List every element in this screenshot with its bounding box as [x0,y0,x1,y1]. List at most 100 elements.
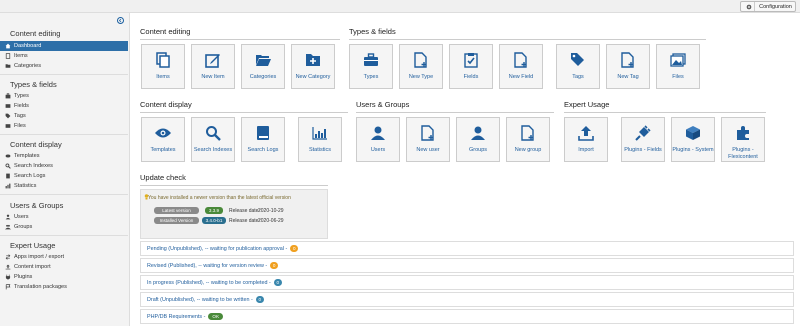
sidebar-toggle-icon[interactable] [117,17,124,24]
tile-groups[interactable]: Groups [456,117,500,162]
tile-plugins-system[interactable]: Plugins - System [671,117,715,162]
latest-version-label: Latest version [154,207,199,214]
tile-search-indexes[interactable]: Search Indexes [191,117,235,162]
sidebar-item-items[interactable]: Items [0,51,128,61]
sidebar-heading-expert-usage: Expert Usage [10,241,56,250]
sidebar-item-types[interactable]: Types [0,91,128,101]
notice-count-badge: 0 [290,245,299,252]
tile-categories[interactable]: Categories [241,44,285,89]
tile-new-field[interactable]: New Field [499,44,543,89]
installed-release-date-label: Release date: [229,218,260,224]
sidebar-item-categories[interactable]: Categories [0,61,128,71]
top-bar: Configuration [0,0,800,13]
plug-icon [5,274,11,280]
tile-plugins-fields[interactable]: Plugins - Fields [621,117,665,162]
notice-count-badge: 0 [255,296,264,303]
tile-new-type[interactable]: New Type [399,44,443,89]
folder-open-icon [255,52,272,68]
tile-new-group[interactable]: New group [506,117,550,162]
sidebar-item-translation-packages[interactable]: Translation packages [0,282,128,292]
notice-revised[interactable]: Revised (Published), -- waiting for vers… [140,258,794,273]
sidebar-item-groups[interactable]: Groups [0,222,128,232]
tile-types[interactable]: Types [349,44,393,89]
configuration-label: Configuration [759,3,792,10]
sidebar-item-label: Categories [14,63,42,69]
notice-text: In progress (Published), -- waiting to b… [147,279,271,286]
tile-items[interactable]: Items [141,44,185,89]
fields-icon [5,103,11,109]
book-icon [5,173,11,179]
tile-statistics[interactable]: Statistics [298,117,342,162]
sidebar-item-files[interactable]: Files [0,121,128,131]
tile-new-item[interactable]: New Item [191,44,235,89]
tile-templates[interactable]: Templates [141,117,185,162]
configuration-button[interactable]: Configuration [740,1,796,12]
tile-users[interactable]: Users [356,117,400,162]
tile-search-logs[interactable]: Search Logs [241,117,285,162]
sidebar-item-users[interactable]: Users [0,212,128,222]
chart-icon [312,125,328,141]
tile-import[interactable]: Import [564,117,608,162]
file-plus-icon [514,52,528,68]
tile-fields[interactable]: Fields [449,44,493,89]
briefcase-icon [5,93,11,99]
tile-label: Import [578,147,594,153]
notice-php-db-requirements[interactable]: PHP/DB Requirements - OK [140,309,794,324]
sidebar-item-dashboard[interactable]: Dashboard [0,41,128,51]
tile-plugins-flexicontent[interactable]: Plugins - Flexicontent [721,117,765,162]
section-divider [349,39,706,40]
latest-release-date-label: Release date: [229,208,260,214]
notice-count-badge: 0 [273,279,282,286]
tile-label: Templates [150,147,176,153]
copy-icon [156,52,170,68]
sidebar-item-label: Translation packages [14,284,67,290]
sidebar-item-label: Apps import / export [14,254,65,260]
sidebar-item-label: Items [14,53,28,59]
group-icon [5,224,11,230]
tile-new-user[interactable]: New user [406,117,450,162]
gear-icon [744,2,756,11]
section-divider [140,185,328,186]
notice-draft[interactable]: Draft (Unpublished), -- waiting to be wr… [140,292,794,307]
installed-version-badge: 3.4.0-b1 [202,217,226,224]
search-icon [5,163,11,169]
notice-status-badge: OK [208,313,224,320]
sidebar-item-statistics[interactable]: Statistics [0,181,128,191]
tile-label: New Item [201,74,225,80]
notice-pending[interactable]: Pending (Unpublished), -- waiting for pu… [140,241,794,256]
tile-label: Search Logs [247,147,279,153]
sidebar-item-templates[interactable]: Templates [0,151,128,161]
section-title-expert-usage: Expert Usage [564,100,610,109]
tile-label: New user [416,147,440,153]
sidebar-item-apps-import-export[interactable]: Apps import / export [0,252,128,262]
sidebar-item-content-import[interactable]: Content import [0,262,128,272]
cube-icon [685,125,701,141]
sidebar-item-label: Dashboard [14,43,42,49]
upload-icon [5,264,11,270]
notice-count-badge: 0 [270,262,279,269]
tile-new-category[interactable]: New Category [291,44,335,89]
tile-label: Items [156,74,170,80]
sidebar-item-search-indexes[interactable]: Search Indexes [0,161,128,171]
sidebar-item-search-logs[interactable]: Search Logs [0,171,128,181]
tile-tags[interactable]: Tags [556,44,600,89]
dashboard-main: Content editing Items New Item Categorie… [130,13,800,326]
update-message: You have installed a newer version than … [148,195,291,201]
notice-in-progress[interactable]: In progress (Published), -- waiting to b… [140,275,794,290]
tile-label: Users [370,147,386,153]
section-title-content-display: Content display [140,100,192,109]
sidebar-item-plugins[interactable]: Plugins [0,272,128,282]
tile-new-tag[interactable]: New Tag [606,44,650,89]
tile-files[interactable]: Files [656,44,700,89]
tile-label: Search Indexes [193,147,233,153]
sidebar-item-label: Users [14,214,29,220]
tile-label: Groups [468,147,488,153]
tile-label: Files [672,74,684,80]
file-plus-icon [621,52,635,68]
installed-version-label: Installed Version [154,217,199,224]
book-icon [256,125,270,141]
sidebar-item-fields[interactable]: Fields [0,101,128,111]
sidebar-item-tags[interactable]: Tags [0,111,128,121]
sidebar-heading-types-fields: Types & fields [10,80,57,89]
section-title-update-check: Update check [140,173,186,182]
